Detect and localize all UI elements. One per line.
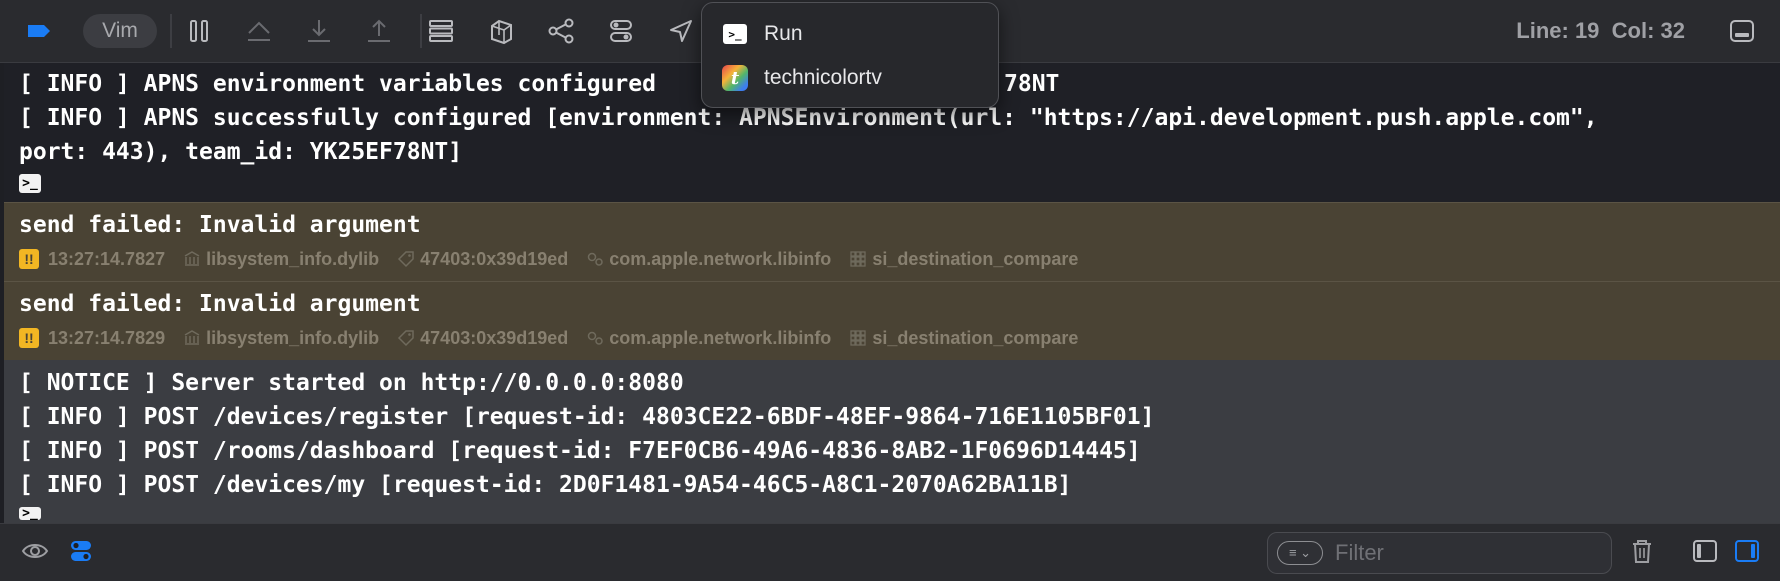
view-debugger-icon[interactable]: [484, 14, 518, 48]
warning-row[interactable]: send failed: Invalid argument !! 13:27:1…: [4, 281, 1780, 361]
scheme-menu-popup: >_ Run t technicolortv: [701, 2, 999, 108]
warning-message: send failed: Invalid argument: [19, 212, 421, 238]
terminal-icon: >_: [722, 21, 748, 47]
filter-options-icon[interactable]: ≡ ⌄: [1277, 541, 1323, 565]
log-line: port: 443), team_id: YK25EF78NT]: [19, 139, 463, 165]
gears-icon: [588, 331, 604, 345]
console-options-icon[interactable]: [64, 534, 98, 568]
pid-tid: 47403:0x39d19ed: [397, 328, 568, 349]
subsystem: com.apple.network.libinfo: [586, 249, 831, 270]
gears-icon: [588, 252, 604, 266]
memory-graph-icon[interactable]: [544, 14, 578, 48]
library-icon: [184, 251, 200, 266]
environment-overrides-icon[interactable]: [604, 14, 638, 48]
line-col-indicator: Line: 19 Col: 32: [1516, 18, 1685, 43]
eye-icon[interactable]: [18, 534, 52, 568]
warning-row[interactable]: send failed: Invalid argument !! 13:27:1…: [4, 202, 1780, 281]
tag-icon: [398, 330, 414, 347]
warning-message: send failed: Invalid argument: [19, 291, 421, 317]
menu-item-technicolortv[interactable]: t technicolortv: [722, 61, 882, 95]
vim-mode-button[interactable]: Vim: [83, 14, 157, 48]
log-line: [ INFO ] POST /rooms/dashboard [request-…: [19, 438, 1141, 464]
log-line: [ INFO ] POST /devices/register [request…: [19, 404, 1155, 430]
log-line: [ INFO ] POST /devices/my [request-id: 2…: [19, 472, 1072, 498]
toolbar-divider: [170, 14, 172, 48]
category: si_destination_compare: [849, 328, 1078, 349]
app-icon: t: [722, 65, 748, 91]
tag-icon: [398, 251, 414, 268]
timestamp: 13:27:14.7829: [48, 327, 166, 348]
category: si_destination_compare: [849, 249, 1078, 270]
menu-item-run[interactable]: >_ Run: [722, 17, 803, 51]
warning-badge-icon: !!: [19, 328, 39, 348]
view-hierarchy-icon[interactable]: [424, 14, 458, 48]
filter-input[interactable]: [1333, 539, 1597, 567]
terminal-prompt-icon: >_: [19, 506, 41, 521]
log-line-tail: 78NT: [1004, 71, 1060, 97]
console-output[interactable]: [ INFO ] APNS environment variables conf…: [4, 63, 1780, 523]
menu-item-label: Run: [764, 22, 803, 45]
left-pane-toggle-icon[interactable]: [1688, 534, 1722, 568]
menu-item-label: technicolortv: [764, 66, 882, 89]
step-over-icon[interactable]: [242, 14, 276, 48]
library: libsystem_info.dylib: [183, 249, 379, 270]
warning-metadata: !! 13:27:14.7829 libsystem_info.dylib 47…: [19, 326, 1096, 350]
breakpoint-icon[interactable]: [22, 14, 56, 48]
warning-metadata: !! 13:27:14.7827 libsystem_info.dylib 47…: [19, 247, 1096, 271]
simulate-location-icon[interactable]: [664, 14, 698, 48]
toggle-bottom-panel-icon[interactable]: [1725, 14, 1759, 48]
step-into-icon[interactable]: [302, 14, 336, 48]
log-line: [ INFO ] APNS environment variables conf…: [19, 71, 656, 97]
warning-badge-icon: !!: [19, 249, 39, 269]
pause-icon[interactable]: [182, 14, 216, 48]
grid-icon: [850, 330, 866, 346]
library: libsystem_info.dylib: [183, 328, 379, 349]
pid-tid: 47403:0x39d19ed: [397, 249, 568, 270]
toolbar-divider: [420, 14, 422, 48]
log-line: [ NOTICE ] Server started on http://0.0.…: [19, 370, 684, 396]
trash-icon[interactable]: [1625, 534, 1659, 568]
console-bottom-bar: ≡ ⌄: [0, 523, 1780, 581]
timestamp: 13:27:14.7827: [48, 248, 166, 269]
filter-field[interactable]: ≡ ⌄: [1267, 532, 1612, 574]
library-icon: [184, 330, 200, 345]
step-out-icon[interactable]: [362, 14, 396, 48]
log-block: [ NOTICE ] Server started on http://0.0.…: [4, 360, 1780, 523]
subsystem: com.apple.network.libinfo: [586, 328, 831, 349]
right-pane-toggle-icon[interactable]: [1730, 534, 1764, 568]
grid-icon: [850, 251, 866, 267]
terminal-prompt-icon: >_: [19, 174, 41, 193]
